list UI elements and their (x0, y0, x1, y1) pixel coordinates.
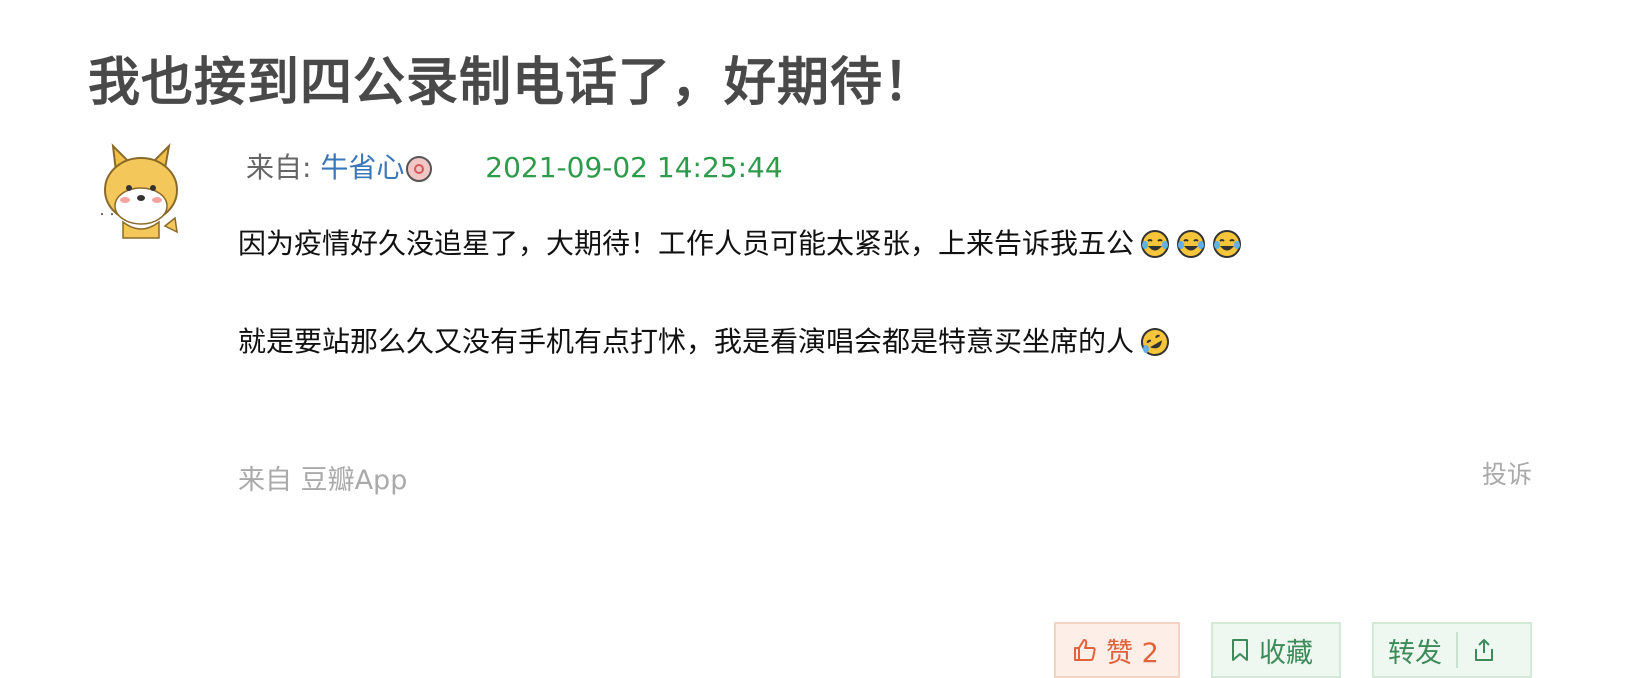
share-export-button[interactable] (1458, 637, 1518, 663)
laughing-tears-emoji-icon (1141, 230, 1170, 258)
collect-button[interactable]: 收藏 (1211, 622, 1341, 678)
post-timestamp: 2021-09-02 14:25:44 (485, 151, 783, 184)
svg-text:・・: ・・ (97, 210, 117, 221)
post-paragraph: 因为疫情好久没追星了，大期待！工作人员可能太紧张，上来告诉我五公 (238, 222, 1242, 262)
laughing-tears-emoji-icon (1213, 230, 1242, 258)
thumbs-up-icon (1074, 639, 1096, 661)
post-paragraph: 就是要站那么久又没有手机有点打怵，我是看演唱会都是特意买坐席的人 (238, 320, 1170, 360)
laughing-tears-emoji-icon (1177, 230, 1206, 258)
paragraph-text: 就是要站那么久又没有手机有点打怵，我是看演唱会都是特意买坐席的人 (238, 325, 1135, 358)
user-badge-icon (406, 156, 433, 182)
post-meta: 来自: 牛省心 2021-09-02 14:25:44 (246, 146, 783, 186)
rolling-laughing-emoji-icon (1141, 328, 1170, 356)
like-label: 赞 2 (1106, 637, 1159, 669)
report-link[interactable]: 投诉 (1482, 455, 1532, 491)
author-link[interactable]: 牛省心 (320, 151, 404, 184)
avatar[interactable]: ・・ (95, 140, 185, 240)
collect-label: 收藏 (1259, 637, 1313, 669)
from-label: 来自: (246, 151, 321, 184)
like-button[interactable]: 赞 2 (1054, 622, 1180, 678)
post-title: 我也接到四公录制电话了，好期待！ (88, 53, 937, 113)
paragraph-text: 因为疫情好久没追星了，大期待！工作人员可能太紧张，上来告诉我五公 (238, 227, 1135, 260)
shiba-avatar-icon: ・・ (97, 143, 178, 239)
share-button[interactable]: 转发 (1372, 622, 1532, 678)
share-label[interactable]: 转发 (1374, 631, 1456, 670)
share-icon (1475, 639, 1493, 661)
post-source: 来自 豆瓣App (238, 465, 408, 496)
bookmark-icon (1232, 639, 1248, 661)
